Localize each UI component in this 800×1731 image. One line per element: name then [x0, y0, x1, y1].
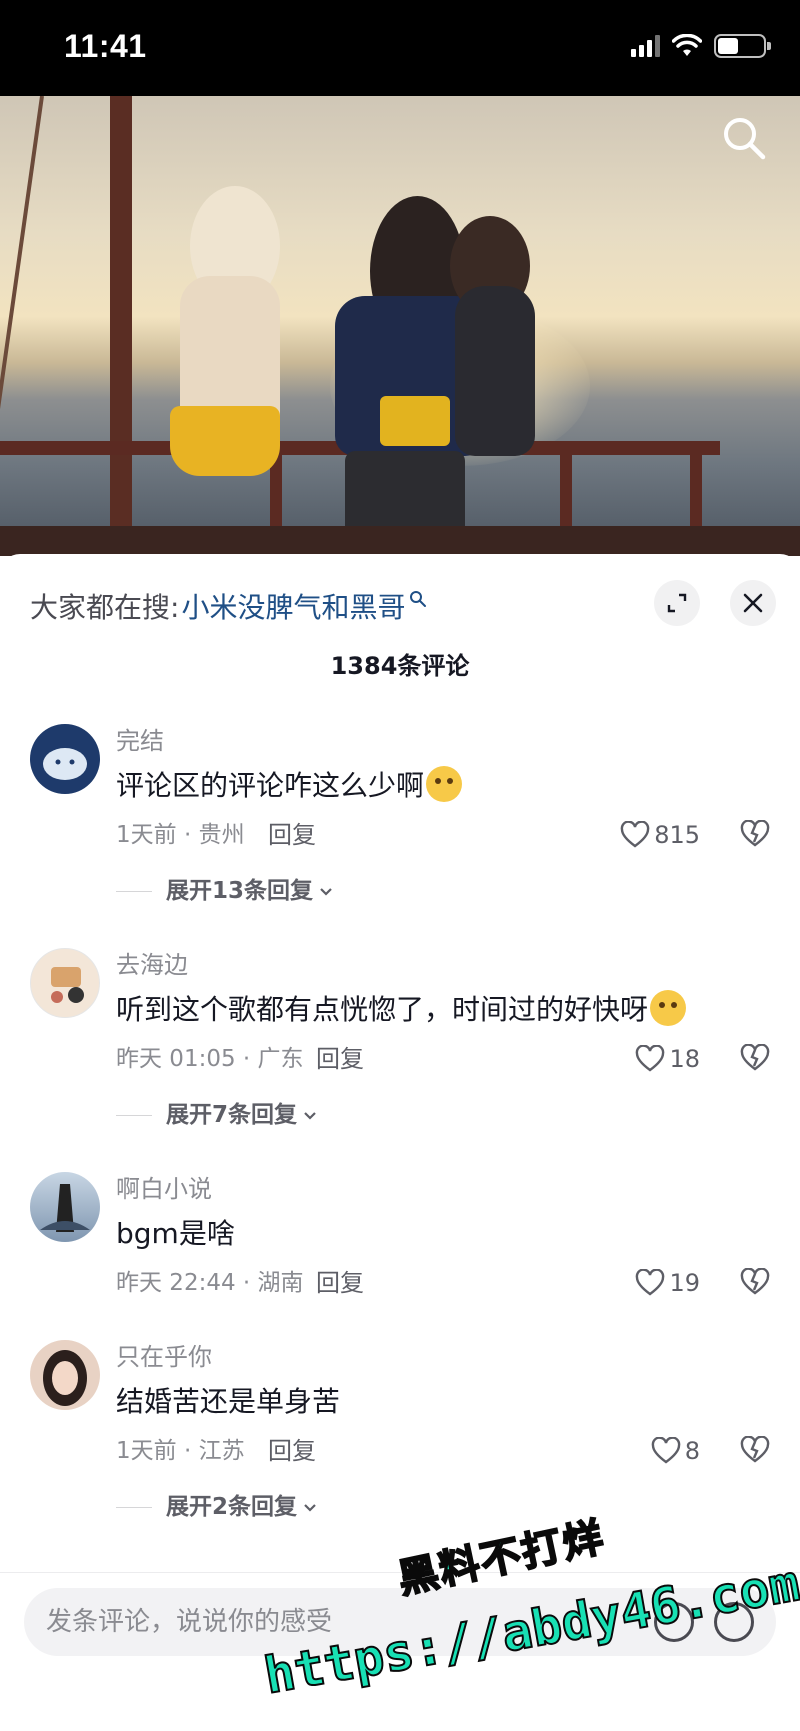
heart-icon	[636, 1045, 665, 1072]
hot-search-link[interactable]: 小米没脾气和黑哥	[181, 586, 405, 626]
like-count: 19	[669, 1269, 700, 1297]
like-button[interactable]: 18	[635, 1042, 700, 1076]
expand-replies-button[interactable]: 展开7条回复	[116, 1098, 770, 1132]
comment-text: bgm是啥	[116, 1217, 235, 1250]
expand-button[interactable]	[654, 580, 700, 626]
broken-heart-icon[interactable]	[740, 1436, 770, 1464]
hot-search-prefix: 大家都在搜:	[30, 591, 180, 624]
comment-count: 1384条评论	[330, 652, 470, 680]
broken-heart-icon[interactable]	[740, 1044, 770, 1072]
wifi-icon	[672, 34, 702, 56]
battery-icon	[714, 34, 771, 58]
heart-icon	[651, 1437, 680, 1464]
comment-username[interactable]: 去海边	[116, 948, 770, 982]
broken-heart-icon[interactable]	[740, 1268, 770, 1296]
heart-icon	[620, 821, 650, 848]
close-button[interactable]	[730, 580, 776, 626]
comment-meta: 1天前 · 江苏 回复 8	[116, 1434, 770, 1468]
comment-time-location: 昨天 01:05 · 广东	[116, 1046, 304, 1072]
expand-replies-button[interactable]: 展开2条回复	[116, 1490, 770, 1524]
like-button[interactable]: 19	[635, 1266, 700, 1300]
chevron-down-icon	[304, 1112, 316, 1120]
expand-icon	[667, 593, 687, 613]
chevron-down-icon	[320, 888, 332, 896]
like-count: 815	[654, 821, 700, 849]
like-button[interactable]: 8	[651, 1434, 700, 1468]
close-icon	[743, 593, 763, 613]
reply-button[interactable]: 回复	[316, 1042, 364, 1076]
chevron-down-icon	[304, 1504, 316, 1512]
like-count: 8	[684, 1437, 700, 1465]
status-bar: 11:41	[0, 0, 800, 96]
comment-time-location: 1天前 · 贵州	[116, 822, 245, 848]
status-time: 11:41	[64, 28, 147, 64]
cellular-signal-icon	[631, 35, 660, 57]
broken-heart-icon[interactable]	[740, 820, 770, 848]
comment-meta: 昨天 01:05 · 广东 回复 18	[116, 1042, 770, 1076]
reply-button[interactable]: 回复	[268, 818, 316, 852]
comment-username[interactable]: 完结	[116, 724, 770, 758]
comment-time-location: 1天前 · 江苏	[116, 1438, 245, 1464]
comment-text: 评论区的评论咋这么少啊	[116, 764, 770, 808]
comment-username[interactable]: 只在乎你	[116, 1340, 770, 1374]
comment-username[interactable]: 啊白小说	[116, 1172, 770, 1206]
small-search-icon	[410, 591, 427, 607]
tongue-face-emoji-icon	[426, 766, 463, 802]
heart-icon	[636, 1269, 665, 1296]
avatar[interactable]	[30, 948, 100, 1018]
comment-meta: 昨天 22:44 · 湖南 回复 19	[116, 1266, 770, 1300]
like-button[interactable]: 815	[620, 818, 700, 852]
avatar[interactable]	[30, 1172, 100, 1242]
reply-button[interactable]: 回复	[268, 1434, 316, 1468]
avatar[interactable]	[30, 724, 100, 794]
comment-text: 结婚苦还是单身苦	[116, 1385, 341, 1418]
like-count: 18	[669, 1045, 700, 1073]
boat-mast	[110, 96, 132, 556]
avatar[interactable]	[30, 1340, 100, 1410]
comment-text: 听到这个歌都有点恍惚了，时间过的好快呀	[116, 988, 770, 1032]
teary-face-emoji-icon	[650, 990, 687, 1026]
sheet-header: 大家都在搜: 小米没脾气和黑哥	[30, 580, 776, 632]
search-icon[interactable]	[720, 114, 768, 162]
comment-meta: 1天前 · 贵州 回复 815	[116, 818, 770, 852]
comment-time-location: 昨天 22:44 · 湖南	[116, 1270, 304, 1296]
status-icons	[631, 34, 771, 58]
expand-replies-button[interactable]: 展开13条回复	[116, 874, 770, 908]
video-player[interactable]	[0, 96, 800, 556]
reply-button[interactable]: 回复	[316, 1266, 364, 1300]
